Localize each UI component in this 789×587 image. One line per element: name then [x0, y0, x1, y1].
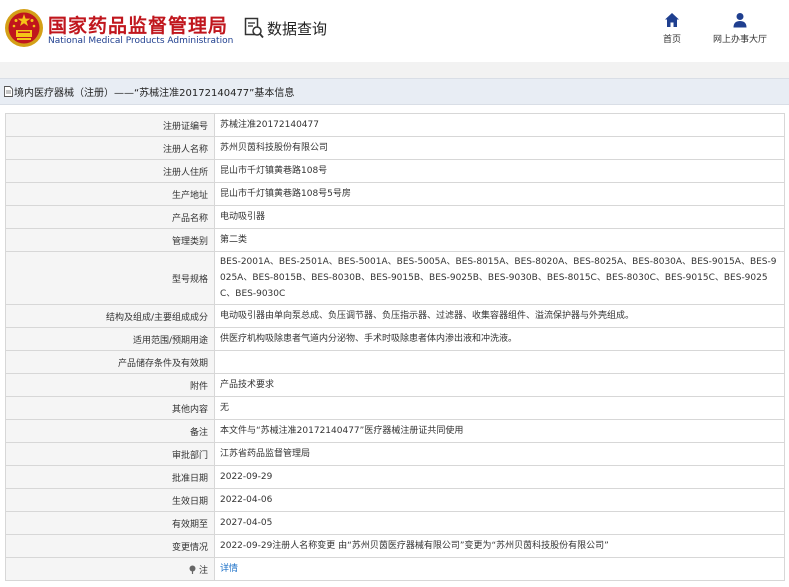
field-value: 江苏省药品监督管理局	[214, 442, 785, 466]
site-header: 国家药品监督管理局 National Medical Products Admi…	[0, 0, 789, 62]
national-emblem-icon	[5, 9, 43, 47]
table-row: 生效日期 2022-04-06	[5, 488, 785, 512]
field-label: 附件	[5, 373, 215, 397]
field-label: 生效日期	[5, 488, 215, 512]
nav-home-link[interactable]: 首页	[658, 12, 686, 45]
section-title: 境内医疗器械（注册）——“苏械注准20172140477”基本信息	[14, 88, 295, 99]
field-value: 第二类	[214, 228, 785, 252]
field-value: BES-2001A、BES-2501A、BES-5001A、BES-5005A、…	[214, 251, 785, 305]
field-value: 苏械注准20172140477	[214, 113, 785, 137]
table-row: 变更情况 2022-09-29注册人名称变更 由“苏州贝茵医疗器械有限公司”变更…	[5, 534, 785, 558]
table-row: 有效期至 2027-04-05	[5, 511, 785, 535]
field-label: 注	[198, 565, 208, 576]
table-row: 适用范围/预期用途 供医疗机构吸除患者气道内分泌物、手术时吸除患者体内渗出液和冲…	[5, 327, 785, 351]
field-label: 批准日期	[5, 465, 215, 489]
table-row: 产品储存条件及有效期	[5, 350, 785, 374]
registration-info-table: 注册证编号 苏械注准20172140477 注册人名称 苏州贝茵科技股份有限公司…	[5, 113, 785, 581]
field-value: 苏州贝茵科技股份有限公司	[214, 136, 785, 160]
note-label-cell: 注	[5, 557, 215, 581]
field-label: 产品名称	[5, 205, 215, 229]
table-row: 产品名称 电动吸引器	[5, 205, 785, 229]
data-query-heading[interactable]: 数据查询	[244, 16, 327, 40]
details-link[interactable]: 详情	[220, 564, 238, 574]
field-value	[214, 350, 785, 374]
field-label: 其他内容	[5, 396, 215, 420]
table-row: 型号规格 BES-2001A、BES-2501A、BES-5001A、BES-5…	[5, 251, 785, 305]
table-row: 批准日期 2022-09-29	[5, 465, 785, 489]
field-value: 详情	[214, 557, 785, 581]
field-label: 注册证编号	[5, 113, 215, 137]
field-label: 生产地址	[5, 182, 215, 206]
field-value: 2022-04-06	[214, 488, 785, 512]
table-row: 注册人名称 苏州贝茵科技股份有限公司	[5, 136, 785, 160]
table-row: 注 详情	[5, 557, 785, 581]
table-row: 管理类别 第二类	[5, 228, 785, 252]
table-row: 生产地址 昆山市千灯镇黄巷路108号5号房	[5, 182, 785, 206]
table-row: 注册人住所 昆山市千灯镇黄巷路108号	[5, 159, 785, 183]
field-value: 昆山市千灯镇黄巷路108号	[214, 159, 785, 183]
table-row: 审批部门 江苏省药品监督管理局	[5, 442, 785, 466]
field-value: 电动吸引器由单向泵总成、负压调节器、负压指示器、过滤器、收集容器组件、溢流保护器…	[214, 304, 785, 328]
field-label: 结构及组成/主要组成成分	[5, 304, 215, 328]
field-value: 产品技术要求	[214, 373, 785, 397]
field-value: 本文件与“苏械注准20172140477”医疗器械注册证共同使用	[214, 419, 785, 443]
document-icon	[4, 86, 13, 97]
table-row: 注册证编号 苏械注准20172140477	[5, 113, 785, 137]
field-label: 产品储存条件及有效期	[5, 350, 215, 374]
field-value: 2022-09-29注册人名称变更 由“苏州贝茵医疗器械有限公司”变更为“苏州贝…	[214, 534, 785, 558]
field-label: 适用范围/预期用途	[5, 327, 215, 351]
field-value: 昆山市千灯镇黄巷路108号5号房	[214, 182, 785, 206]
table-row: 其他内容 无	[5, 396, 785, 420]
section-title-bar: 境内医疗器械（注册）——“苏械注准20172140477”基本信息	[0, 78, 789, 105]
header-divider-band	[0, 62, 789, 78]
field-label: 型号规格	[5, 251, 215, 305]
brand-title-cn: 国家药品监督管理局	[48, 15, 229, 37]
field-value: 2022-09-29	[214, 465, 785, 489]
field-label: 管理类别	[5, 228, 215, 252]
brand-title-en: National Medical Products Administration	[48, 36, 234, 46]
nav-online-office-label: 网上办事大厅	[712, 35, 767, 45]
data-query-label: 数据查询	[267, 19, 328, 38]
field-value: 电动吸引器	[214, 205, 785, 229]
field-value: 无	[214, 396, 785, 420]
nav-home-label: 首页	[662, 35, 681, 45]
field-value: 2027-04-05	[214, 511, 785, 535]
table-row: 结构及组成/主要组成成分 电动吸引器由单向泵总成、负压调节器、负压指示器、过滤器…	[5, 304, 785, 328]
field-value: 供医疗机构吸除患者气道内分泌物、手术时吸除患者体内渗出液和冲洗液。	[214, 327, 785, 351]
field-label: 有效期至	[5, 511, 215, 535]
home-icon	[665, 13, 679, 27]
field-label: 注册人名称	[5, 136, 215, 160]
table-row: 附件 产品技术要求	[5, 373, 785, 397]
field-label: 注册人住所	[5, 159, 215, 183]
field-label: 备注	[5, 419, 215, 443]
nav-online-office-link[interactable]: 网上办事大厅	[708, 12, 772, 45]
table-row: 备注 本文件与“苏械注准20172140477”医疗器械注册证共同使用	[5, 419, 785, 443]
field-label: 审批部门	[5, 442, 215, 466]
field-label: 变更情况	[5, 534, 215, 558]
user-icon	[733, 13, 747, 28]
pin-icon	[189, 565, 196, 574]
document-search-icon	[244, 17, 264, 39]
